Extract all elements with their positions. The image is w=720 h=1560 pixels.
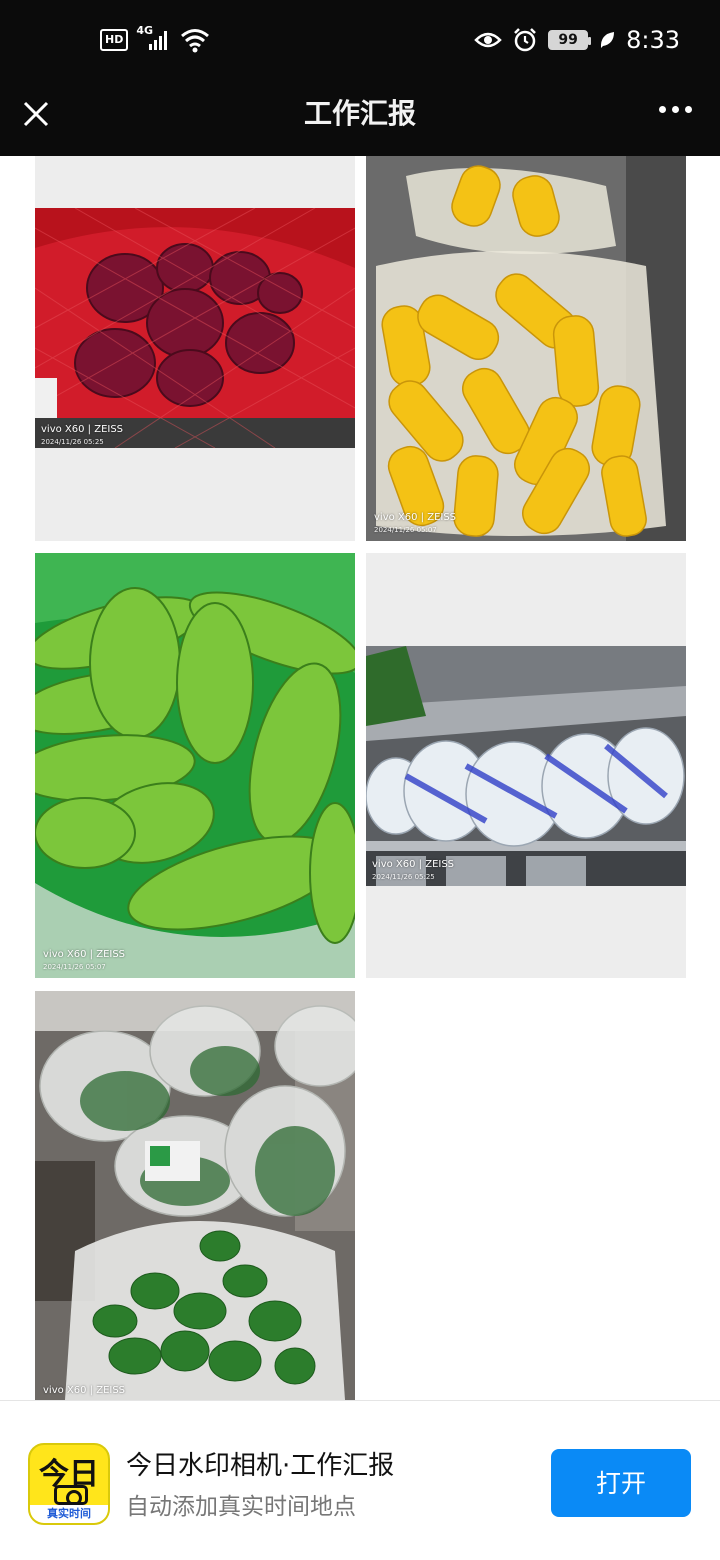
hd-badge: HD: [100, 29, 129, 51]
photo-watermark: vivo X60 | ZEISS 2024/11/26 05:07: [43, 949, 125, 973]
photo-watermark: vivo X60 | ZEISS 2024/11/26 05:25: [41, 424, 123, 448]
more-dot: [672, 106, 679, 113]
watermark-date: 2024/11/26 05:25: [41, 438, 104, 446]
status-bar: HD 4G 99 8:33: [0, 0, 720, 84]
watermark-label: vivo X60 | ZEISS: [43, 1385, 126, 1396]
photo-tile-corn[interactable]: vivo X60 | ZEISS 2024/11/26 05:07: [366, 156, 686, 541]
alarm-icon: [514, 28, 536, 52]
clock-time: 8:33: [626, 26, 680, 54]
watermark-date: 2024/11/26 05:07: [43, 963, 106, 971]
watermark-date: 2024/11/26 05:07: [374, 526, 437, 534]
shelf-photo: [366, 646, 686, 886]
corn-photo: [366, 156, 686, 541]
status-right: 99 8:33: [474, 26, 680, 54]
photo-watermark: vivo X60 | ZEISS 2024/11/26 05:07: [374, 512, 456, 536]
photo-tile-shelf[interactable]: vivo X60 | ZEISS 2024/11/26 05:25: [366, 553, 686, 978]
app-icon-strip: 真实时间: [30, 1505, 108, 1523]
photo-gallery: vivo X60 | ZEISS 2024/11/26 05:25 vivo X…: [0, 156, 720, 1400]
more-dot: [659, 106, 666, 113]
app-subtitle: 自动添加真实时间地点: [126, 1494, 356, 1520]
open-app-button[interactable]: 打开: [551, 1449, 691, 1517]
photo-watermark: vivo X60 | ZEISS: [43, 1385, 125, 1397]
app-logo-icon[interactable]: 今日 真实时间: [28, 1443, 110, 1525]
wifi-icon: [181, 29, 210, 53]
more-dot: [685, 106, 692, 113]
photo-tile-bitter-melon[interactable]: vivo X60 | ZEISS 2024/11/26 05:07: [35, 553, 355, 978]
app-name: 今日水印相机·工作汇报: [126, 1451, 395, 1481]
photo-tile-onions[interactable]: vivo X60 | ZEISS 2024/11/26 05:25: [35, 156, 355, 541]
camera-icon: [54, 1485, 88, 1506]
watermark-date: 2024/11/26 05:25: [372, 873, 435, 881]
battery-indicator: 99: [548, 30, 592, 50]
watermark-label: vivo X60 | ZEISS: [41, 424, 124, 435]
watermark-label: vivo X60 | ZEISS: [43, 949, 126, 960]
photo-tile-greens[interactable]: vivo X60 | ZEISS: [35, 991, 355, 1400]
leaf-icon: [601, 32, 615, 48]
photo-watermark: vivo X60 | ZEISS 2024/11/26 05:25: [372, 859, 454, 883]
cellular-signal-icon: 4G: [136, 24, 172, 54]
bitter-melon-photo: [35, 553, 355, 978]
app-promo-banner: 今日 真实时间 今日水印相机·工作汇报 自动添加真实时间地点 打开: [0, 1400, 720, 1560]
greens-photo: [35, 991, 355, 1400]
eye-comfort-icon: [474, 32, 502, 48]
page-title: 工作汇报: [303, 97, 416, 130]
watermark-label: vivo X60 | ZEISS: [374, 512, 457, 523]
app-bar: 工作汇报: [0, 84, 720, 156]
onion-photo: [35, 208, 355, 448]
more-options-icon[interactable]: [659, 106, 692, 113]
watermark-label: vivo X60 | ZEISS: [372, 859, 455, 870]
status-left: HD 4G: [100, 24, 210, 54]
